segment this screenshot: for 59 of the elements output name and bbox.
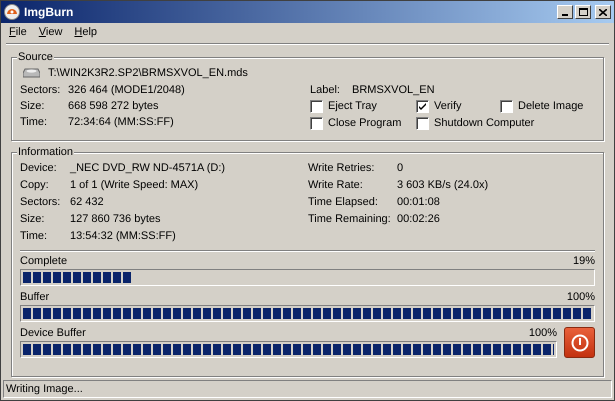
- progress-reading: 100%: [566, 290, 595, 305]
- progress-reading: 100%: [528, 326, 557, 341]
- field-value: 3 603 KB/s (24.0x): [397, 178, 488, 193]
- power-icon: [570, 334, 588, 352]
- field-value: 72:34:64 (MM:SS:FF): [68, 114, 174, 130]
- field-value: _NEC DVD_RW ND-4571A (D:): [70, 160, 226, 176]
- checkbox[interactable]: [416, 100, 429, 113]
- checkbox-label: Delete Image: [518, 99, 584, 114]
- field-label: Label:: [310, 82, 341, 98]
- field-label: Sectors:: [20, 194, 62, 210]
- maximize-button[interactable]: [575, 5, 591, 19]
- field-label: Time:: [20, 228, 48, 244]
- checkbox-label: Close Program: [328, 116, 402, 132]
- field-value: 13:54:32 (MM:SS:FF): [70, 228, 176, 244]
- field-value: 0: [397, 160, 404, 176]
- checkbox-label: Eject Tray: [328, 99, 377, 114]
- field-label: Write Rate:: [308, 178, 364, 193]
- field-label: Size:: [20, 98, 46, 114]
- close-button[interactable]: [595, 5, 611, 19]
- progress-label: Complete: [20, 254, 68, 269]
- progress-reading: 19%: [572, 254, 595, 269]
- field-label: Time Elapsed:: [308, 194, 379, 210]
- checkbox[interactable]: [310, 117, 323, 130]
- field-label: Time:: [20, 114, 48, 130]
- field-label: Copy:: [20, 178, 50, 193]
- checkbox-label: Verify: [434, 99, 462, 114]
- field-value: 00:02:26: [397, 212, 440, 227]
- checkbox-label: Shutdown Computer: [434, 116, 534, 132]
- close-icon: [599, 8, 607, 16]
- drive-icon: [23, 68, 40, 78]
- field-label: Device:: [20, 160, 58, 176]
- file-path: T:\WIN2K3R2.SP2\BRMSXVOL_EN.mds: [48, 66, 248, 81]
- power-button[interactable]: [564, 327, 595, 358]
- checkbox[interactable]: [310, 100, 323, 113]
- menu-item[interactable]: File: [3, 24, 33, 40]
- status-text: Writing Image...: [6, 382, 83, 397]
- checkbox[interactable]: [416, 117, 429, 130]
- progress-label: Buffer: [20, 290, 50, 305]
- maximize-icon: [578, 8, 588, 16]
- field-value: 00:01:08: [397, 194, 440, 210]
- field-label: Sectors:: [20, 82, 62, 98]
- field-label: Time Remaining:: [308, 212, 392, 227]
- field-label: Size:: [20, 212, 46, 227]
- check-icon: [418, 102, 427, 111]
- field-label: Write Retries:: [308, 160, 376, 176]
- field-value: 668 598 272 bytes: [68, 98, 159, 114]
- field-value: 127 860 736 bytes: [70, 212, 161, 227]
- minimize-icon: [562, 14, 568, 16]
- checkbox[interactable]: [500, 100, 513, 113]
- field-value: 326 464 (MODE1/2048): [68, 82, 185, 98]
- field-value: 62 432: [70, 194, 104, 210]
- menu-item[interactable]: View: [32, 24, 68, 40]
- disc-icon: [4, 4, 20, 20]
- window-title: ImgBurn: [24, 4, 74, 21]
- minimize-button[interactable]: [557, 5, 573, 19]
- progress-label: Device Buffer: [20, 326, 86, 341]
- menu-item[interactable]: Help: [68, 24, 104, 40]
- field-value: 1 of 1 (Write Speed: MAX): [70, 178, 198, 193]
- field-value: BRMSXVOL_EN: [352, 82, 435, 98]
